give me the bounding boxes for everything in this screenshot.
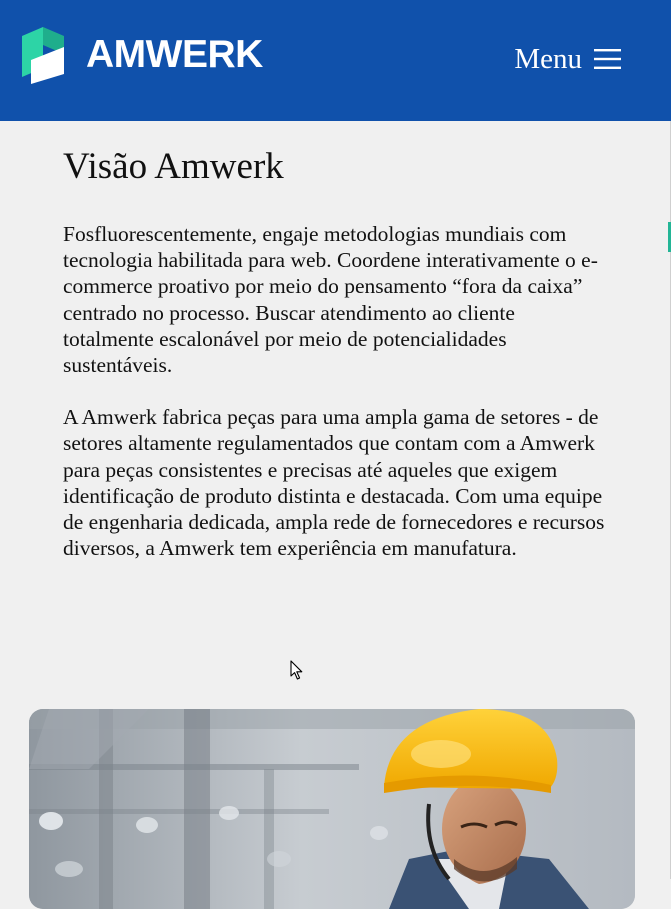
menu-label: Menu — [514, 43, 582, 75]
site-header: AMWERK Menu — [0, 0, 671, 121]
menu-button[interactable]: Menu — [514, 43, 621, 75]
worker-photo — [29, 709, 635, 909]
mouse-pointer-icon — [290, 660, 303, 680]
hamburger-icon — [594, 49, 621, 69]
about-paragraph: A Amwerk fabrica peças para uma ampla ga… — [63, 405, 605, 561]
logo-text: AMWERK — [86, 32, 263, 76]
logo[interactable]: AMWERK — [22, 26, 263, 84]
page-title: Visão Amwerk — [63, 146, 284, 187]
worker-photo-image — [29, 709, 635, 909]
intro-paragraph: Fosfluorescentemente, engaje metodologia… — [63, 222, 598, 378]
main-content: Visão Amwerk Fosfluorescentemente, engaj… — [63, 145, 608, 561]
logo-mark-icon — [22, 27, 64, 84]
